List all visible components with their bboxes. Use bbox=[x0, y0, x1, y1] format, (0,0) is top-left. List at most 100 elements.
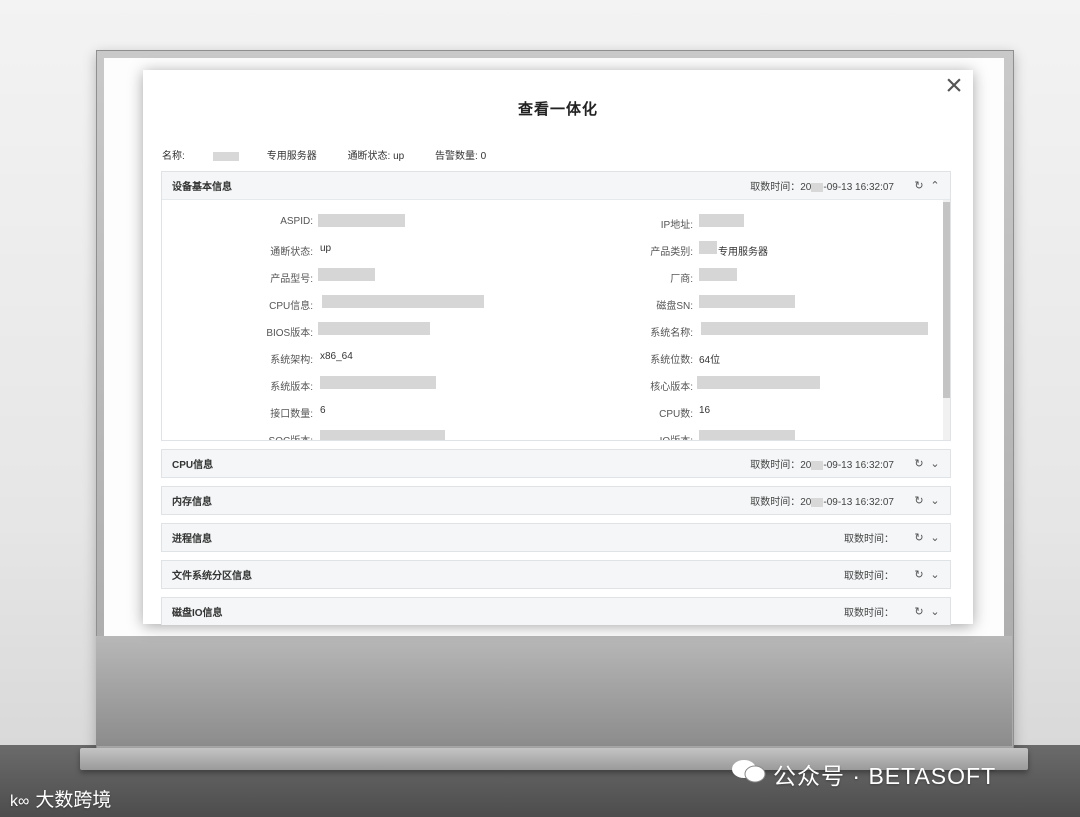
panel-title: 内存信息 bbox=[172, 497, 212, 508]
fetch-time: 取数时间： bbox=[844, 571, 894, 582]
redacted-block bbox=[811, 497, 824, 507]
logo-icon: k∞ bbox=[10, 793, 30, 810]
redacted-block bbox=[811, 460, 824, 470]
fetch-time: 取数时间： bbox=[844, 608, 894, 619]
redacted-value bbox=[318, 322, 430, 335]
info-panels: 设备基本信息 取数时间：20 -09-13 16:32:07 ↻ ⌃ ASPID:… bbox=[161, 171, 951, 633]
field-label: 系统架构: bbox=[270, 355, 313, 366]
field-label: 系统位数: bbox=[650, 355, 693, 366]
refresh-icon[interactable]: ↻ bbox=[914, 568, 924, 581]
panel-title: 进程信息 bbox=[172, 534, 212, 545]
redacted-value bbox=[318, 268, 375, 281]
panel-process-info: 进程信息 取数时间： ↻ ⌄ bbox=[161, 523, 951, 552]
field-label: 通断状态: bbox=[270, 247, 313, 258]
redacted-value bbox=[699, 241, 717, 254]
field-label: 磁盘SN: bbox=[656, 301, 693, 312]
field-value: up bbox=[320, 243, 332, 254]
refresh-icon[interactable]: ↻ bbox=[914, 494, 924, 507]
panel-basic-info: 设备基本信息 取数时间：20 -09-13 16:32:07 ↻ ⌃ ASPID:… bbox=[161, 171, 951, 441]
redacted-value bbox=[699, 430, 795, 440]
watermark-logo: k∞ 大数跨境 bbox=[10, 790, 112, 811]
fetch-time: 取数时间：20 -09-13 16:32:07 bbox=[750, 460, 894, 471]
panel-header[interactable]: 内存信息 取数时间：20 -09-13 16:32:07 ↻ ⌄ bbox=[162, 487, 950, 514]
field-label: 产品类别: bbox=[650, 247, 693, 258]
redacted-block bbox=[212, 151, 239, 161]
field-value: x86_64 bbox=[320, 351, 353, 362]
refresh-icon[interactable]: ↻ bbox=[914, 457, 924, 470]
chevron-down-icon[interactable]: ⌄ bbox=[930, 568, 940, 581]
dialog-title: 查看一体化 bbox=[517, 101, 598, 118]
redacted-value bbox=[318, 214, 405, 227]
redacted-value bbox=[320, 376, 436, 389]
field-label: 厂商: bbox=[670, 274, 693, 285]
field-label: 系统名称: bbox=[650, 328, 693, 339]
refresh-icon[interactable]: ↻ bbox=[914, 605, 924, 618]
panel-header[interactable]: 进程信息 取数时间： ↻ ⌄ bbox=[162, 524, 950, 551]
field-label: CPU数: bbox=[659, 409, 693, 420]
redacted-value bbox=[699, 268, 737, 281]
display-stand-base bbox=[96, 636, 1012, 746]
chevron-down-icon[interactable]: ⌄ bbox=[930, 457, 940, 470]
panel-title: 设备基本信息 bbox=[172, 182, 232, 193]
field-label: IO版本: bbox=[562, 432, 693, 440]
wechat-icon bbox=[731, 758, 767, 790]
scrollbar[interactable] bbox=[943, 200, 950, 440]
panel-title: 磁盘IO信息 bbox=[172, 608, 223, 619]
close-icon[interactable]: × bbox=[941, 71, 967, 101]
field-label: CPU信息: bbox=[269, 301, 313, 312]
chevron-down-icon[interactable]: ⌄ bbox=[930, 494, 940, 507]
panel-disk-io-info: 磁盘IO信息 取数时间： ↻ ⌄ bbox=[161, 597, 951, 625]
fetch-time: 取数时间：20 -09-13 16:32:07 bbox=[750, 497, 894, 508]
chevron-down-icon[interactable]: ⌄ bbox=[930, 605, 940, 618]
refresh-icon[interactable]: ↻ bbox=[914, 179, 924, 192]
panel-title: CPU信息 bbox=[172, 460, 214, 471]
redacted-value bbox=[701, 322, 928, 335]
info-row: 系统版本: 核心版本: bbox=[162, 376, 942, 398]
chevron-up-icon[interactable]: ⌃ bbox=[930, 179, 940, 192]
scrollbar-thumb[interactable] bbox=[943, 202, 950, 398]
panel-header[interactable]: 设备基本信息 取数时间：20 -09-13 16:32:07 ↻ ⌃ bbox=[162, 172, 950, 199]
info-row: ASPID: IP地址: bbox=[162, 214, 942, 236]
redacted-value bbox=[699, 214, 744, 227]
panel-body: ASPID: IP地址: 通断状态: up 产品类别: 专用服务器 产品型号: bbox=[162, 199, 950, 440]
info-row: 接口数量: 6 CPU数: 16 bbox=[162, 405, 942, 425]
watermark-wechat: 公众号 · BETASOFT bbox=[731, 757, 996, 791]
field-label: 核心版本: bbox=[650, 382, 693, 393]
field-label: 系统版本: bbox=[270, 382, 313, 393]
info-row: 通断状态: up 产品类别: 专用服务器 bbox=[162, 241, 942, 263]
fetch-time: 取数时间：20 -09-13 16:32:07 bbox=[750, 182, 894, 193]
field-label: 接口数量: bbox=[270, 409, 313, 420]
redacted-value bbox=[699, 295, 795, 308]
info-row: BIOS版本: 系统名称: bbox=[162, 322, 942, 344]
fetch-time: 取数时间： bbox=[844, 534, 894, 545]
summary-alarm: 告警数量: 0 bbox=[435, 151, 487, 162]
chevron-down-icon[interactable]: ⌄ bbox=[930, 531, 940, 544]
info-row: 系统架构: x86_64 系统位数: 64位 bbox=[162, 351, 942, 371]
redacted-value bbox=[322, 295, 484, 308]
field-value: 64位 bbox=[699, 355, 721, 366]
panel-cpu-info: CPU信息 取数时间：20 -09-13 16:32:07 ↻ ⌄ bbox=[161, 449, 951, 478]
field-value: 6 bbox=[320, 405, 326, 416]
panel-header[interactable]: 文件系统分区信息 取数时间： ↻ ⌄ bbox=[162, 561, 950, 588]
redacted-block bbox=[811, 182, 824, 192]
info-row: CPU信息: 磁盘SN: bbox=[162, 295, 942, 317]
summary-name: 名称: 专用服务器 bbox=[162, 151, 317, 162]
info-row: 产品型号: 厂商: bbox=[162, 268, 942, 290]
summary-status: 通断状态: up bbox=[347, 151, 405, 162]
info-row: SOC版本: IO版本: bbox=[162, 430, 942, 440]
redacted-value bbox=[320, 430, 445, 440]
refresh-icon[interactable]: ↻ bbox=[914, 531, 924, 544]
field-label: ASPID: bbox=[280, 216, 313, 227]
field-label: SOC版本: bbox=[162, 432, 313, 440]
panel-filesystem-info: 文件系统分区信息 取数时间： ↻ ⌄ bbox=[161, 560, 951, 589]
view-dialog: × 查看一体化 名称: 专用服务器 通断状态: up 告警数量: 0 设备基本信息… bbox=[143, 70, 973, 625]
redacted-value bbox=[697, 376, 820, 389]
field-value: 专用服务器 bbox=[718, 247, 768, 258]
device-summary: 名称: 专用服务器 通断状态: up 告警数量: 0 bbox=[162, 147, 514, 162]
field-label: 产品型号: bbox=[270, 274, 313, 285]
panel-memory-info: 内存信息 取数时间：20 -09-13 16:32:07 ↻ ⌄ bbox=[161, 486, 951, 515]
panel-header[interactable]: CPU信息 取数时间：20 -09-13 16:32:07 ↻ ⌄ bbox=[162, 450, 950, 477]
field-value: 16 bbox=[699, 405, 711, 416]
panel-header[interactable]: 磁盘IO信息 取数时间： ↻ ⌄ bbox=[162, 598, 950, 625]
panel-title: 文件系统分区信息 bbox=[172, 571, 252, 582]
